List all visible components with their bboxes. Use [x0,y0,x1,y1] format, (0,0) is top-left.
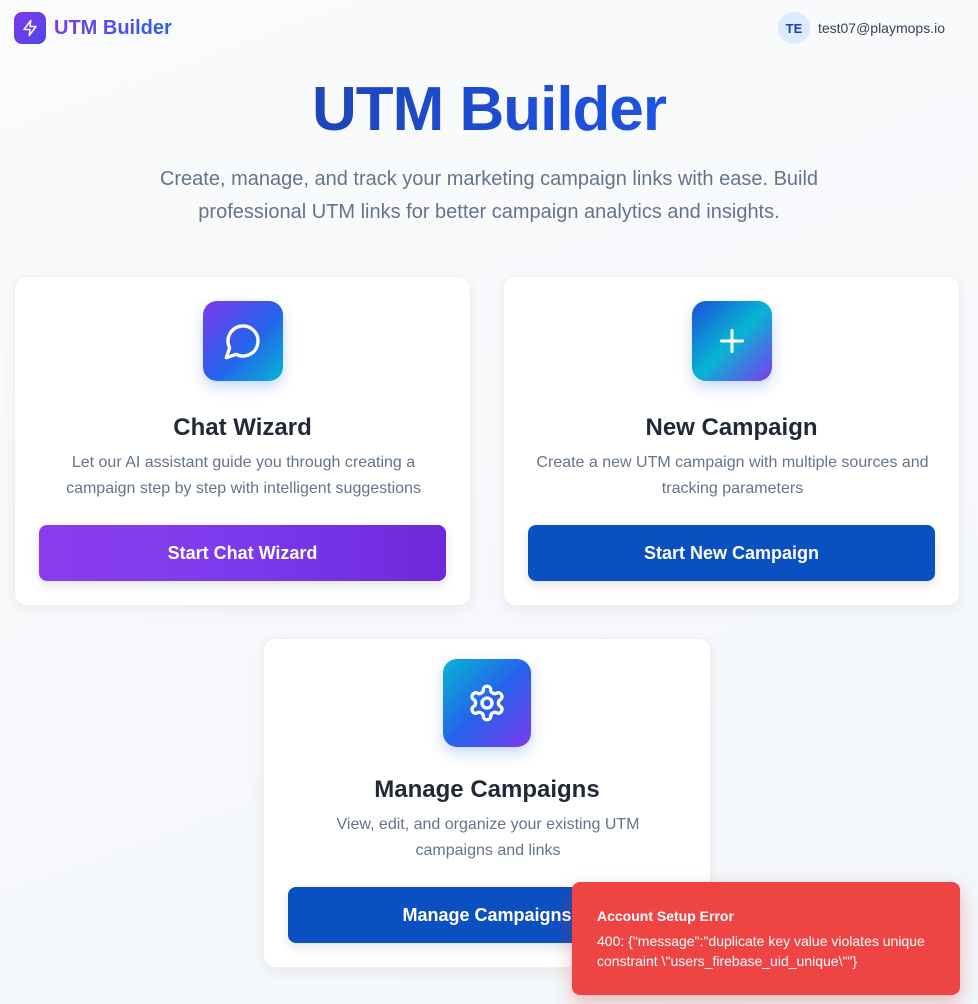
plus-icon [692,301,772,381]
card-title: Chat Wizard [173,414,312,441]
top-bar: UTM Builder TE test07@playmops.io [0,0,978,56]
page-title: UTM Builder [0,74,978,146]
gear-icon [443,659,531,747]
toast-title: Account Setup Error [597,908,734,924]
card-description: Let our AI assistant guide you through c… [66,454,421,497]
error-toast[interactable]: Account Setup Error 400: {"message":"dup… [572,882,960,995]
card-title: New Campaign [645,414,818,441]
user-menu[interactable]: TE test07@playmops.io [777,12,945,44]
lightning-bolt-icon [14,12,46,44]
app-name: UTM Builder [54,16,172,39]
toast-message: 400: {"message":"duplicate key value vio… [597,933,925,969]
start-chat-wizard-button[interactable]: Start Chat Wizard [39,525,446,581]
avatar: TE [777,12,810,44]
card-title: Manage Campaigns [374,776,600,803]
card-description: View, edit, and organize your existing U… [336,816,640,859]
card-description: Create a new UTM campaign with multiple … [536,454,929,497]
start-new-campaign-button[interactable]: Start New Campaign [528,525,935,581]
new-campaign-card: New Campaign Create a new UTM campaign w… [503,276,960,606]
page-subtitle: Create, manage, and track your marketing… [159,168,819,223]
chat-bubble-icon [203,301,283,381]
brand-home-link[interactable]: UTM Builder [14,12,172,44]
user-email: test07@playmops.io [817,20,945,36]
chat-wizard-card: Chat Wizard Let our AI assistant guide y… [14,276,471,606]
